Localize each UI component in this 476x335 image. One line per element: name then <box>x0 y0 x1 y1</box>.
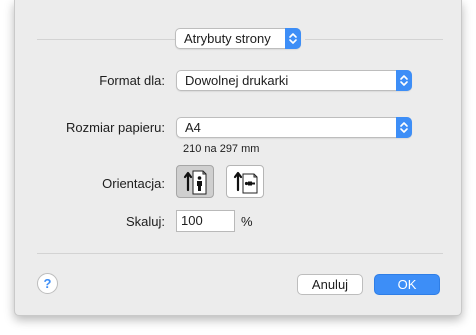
cancel-button[interactable]: Anuluj <box>297 274 363 295</box>
help-button[interactable]: ? <box>37 273 58 294</box>
panel-selector-popup[interactable]: Atrybuty strony <box>175 28 301 49</box>
format-for-label: Format dla: <box>99 73 165 88</box>
chevron-updown-icon <box>285 28 301 49</box>
ok-button[interactable]: OK <box>374 274 440 295</box>
help-question-icon: ? <box>43 276 52 291</box>
page-setup-sheet: Atrybuty strony Format dla: Dowolnej dru… <box>14 0 462 316</box>
paper-size-label: Rozmiar papieru: <box>66 120 165 135</box>
chevron-updown-icon <box>396 70 412 91</box>
cancel-button-label: Anuluj <box>311 277 349 292</box>
orientation-label: Orientacja: <box>102 176 165 191</box>
scale-label: Skaluj: <box>125 214 165 229</box>
chevron-updown-icon <box>396 117 412 138</box>
scale-unit: % <box>241 214 253 229</box>
landscape-orientation-button[interactable] <box>226 165 264 198</box>
landscape-orientation-icon <box>233 171 258 194</box>
top-divider-left <box>37 39 175 40</box>
paper-dimensions: 210 na 297 mm <box>183 143 260 155</box>
paper-size-value: A4 <box>185 120 201 135</box>
portrait-orientation-icon <box>183 170 207 195</box>
format-for-value: Dowolnej drukarki <box>185 73 289 88</box>
paper-size-popup[interactable]: A4 <box>176 117 412 138</box>
ok-button-label: OK <box>397 277 417 292</box>
bottom-divider <box>37 253 443 254</box>
format-for-popup[interactable]: Dowolnej drukarki <box>176 70 412 91</box>
top-divider-right <box>305 39 443 40</box>
portrait-orientation-button[interactable] <box>176 165 214 198</box>
scale-value: 100 <box>181 213 203 228</box>
scale-input[interactable]: 100 <box>176 210 235 232</box>
panel-selector-label: Atrybuty strony <box>184 31 271 46</box>
